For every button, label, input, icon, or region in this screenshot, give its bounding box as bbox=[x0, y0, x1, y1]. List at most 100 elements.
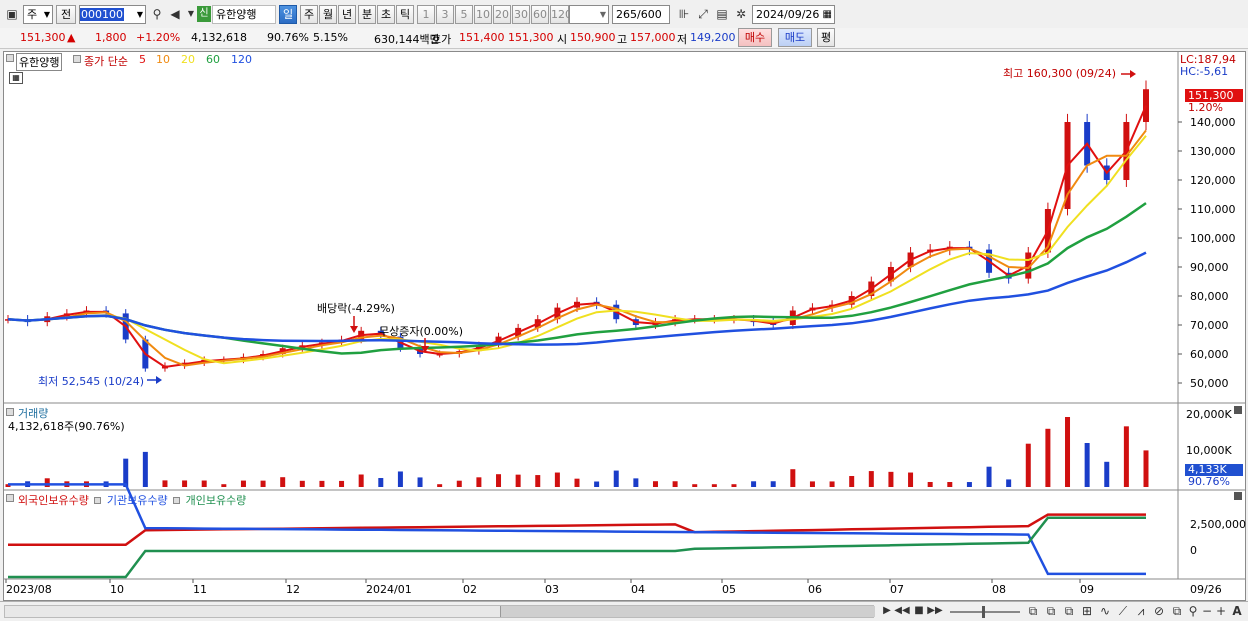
volume-bar bbox=[221, 484, 227, 487]
volume-bar bbox=[299, 480, 305, 487]
overlay-tool-icon[interactable]: ⊘ bbox=[1150, 602, 1168, 621]
volume-bar bbox=[1065, 417, 1071, 487]
ma-legend-item[interactable]: 60 bbox=[206, 53, 220, 66]
period-button[interactable]: 초 bbox=[377, 5, 395, 24]
legend-handle-icon[interactable] bbox=[73, 55, 81, 63]
period-select[interactable]: 주 ▼ bbox=[23, 5, 53, 24]
window-icon[interactable]: ⧉ bbox=[1060, 602, 1078, 621]
stock-name-tag[interactable]: 유한양행 bbox=[16, 53, 63, 71]
legend-separator-icon bbox=[94, 497, 102, 504]
interval-button[interactable]: 30 bbox=[512, 5, 530, 24]
ma-line bbox=[7, 105, 1147, 369]
save-icon[interactable]: ▤ bbox=[713, 5, 731, 24]
interval-button[interactable]: 60 bbox=[531, 5, 549, 24]
period-button[interactable]: 년 bbox=[338, 5, 356, 24]
ma-legend-item[interactable]: 10 bbox=[156, 53, 170, 66]
period-button[interactable]: 틱 bbox=[396, 5, 414, 24]
quote-bar: 151,300 ▲ 1,800 +1.20% 4,132,618 90.76% … bbox=[0, 28, 1248, 49]
volume-tick-10000k: 10,000K bbox=[1186, 444, 1232, 457]
x-axis-label: 2024/01 bbox=[366, 583, 412, 596]
ma-legend-item[interactable]: 20 bbox=[181, 53, 195, 66]
open-price: 150,900 bbox=[570, 31, 616, 44]
holding-tick-0: 0 bbox=[1190, 544, 1197, 557]
volume-bar bbox=[417, 477, 423, 487]
line-tool-icon[interactable]: ∿ bbox=[1096, 602, 1114, 621]
gear-icon[interactable]: ✲ bbox=[732, 5, 750, 24]
volume-bar bbox=[711, 484, 717, 487]
volume-bar bbox=[809, 481, 815, 487]
stock-name-field[interactable]: 유한양행 bbox=[212, 5, 276, 24]
volume-bar bbox=[927, 481, 933, 487]
interval-button[interactable]: 10 bbox=[474, 5, 492, 24]
volume-bar bbox=[574, 478, 580, 487]
tools-icon[interactable]: ⤢ bbox=[694, 5, 712, 24]
panel-handle-icon[interactable] bbox=[6, 408, 14, 416]
volume-bar bbox=[1006, 479, 1012, 487]
panel-close-icon[interactable] bbox=[1234, 406, 1242, 414]
window-icon[interactable]: ⧉ bbox=[1024, 602, 1042, 621]
volume-bar bbox=[554, 472, 560, 487]
zoom-slider-handle[interactable] bbox=[982, 606, 985, 618]
count-field[interactable]: 265/600 bbox=[612, 5, 670, 24]
window-menu-icon[interactable]: ▣ bbox=[3, 5, 21, 24]
trend-tool-icon[interactable]: ⟋ bbox=[1114, 602, 1132, 621]
interval-button[interactable]: 3 bbox=[436, 5, 454, 24]
interval-custom-input[interactable]: ▼ bbox=[569, 5, 609, 24]
window-icon[interactable]: ⧉ bbox=[1042, 602, 1060, 621]
high-price: 157,000 bbox=[630, 31, 676, 44]
chart-scrollbar[interactable] bbox=[4, 605, 875, 618]
low-annotation: 최저 52,545 (10/24) bbox=[38, 375, 145, 388]
price-y-tick: 130,000 bbox=[1190, 145, 1236, 158]
fast-forward-icon[interactable]: ▶▶ bbox=[926, 602, 944, 621]
bottom-scroll-bar: ▶ ◀◀ ■ ▶▶ ⧉ ⧉ ⧉ ⊞ ∿ ⟋ ⩘ ⊘ ⧉ ⚲ − + A bbox=[0, 601, 1248, 621]
axis-labels bbox=[5, 121, 1182, 583]
x-axis-label: 05 bbox=[722, 583, 736, 596]
date-field[interactable]: 2024/09/26 ▦ bbox=[752, 5, 835, 24]
eval-button[interactable]: 평 bbox=[817, 28, 835, 47]
calculator-icon[interactable]: ▦ bbox=[9, 72, 23, 84]
current-price: 151,300 bbox=[20, 31, 66, 44]
holding-tick-2500000: 2,500,000 bbox=[1190, 518, 1246, 531]
calendar-icon: ▦ bbox=[822, 9, 832, 20]
period-button[interactable]: 일 bbox=[279, 5, 297, 24]
interval-button[interactable]: 20 bbox=[493, 5, 511, 24]
volume-tick-20000k: 20,000K bbox=[1186, 408, 1232, 421]
pattern-tool-icon[interactable]: ⩘ bbox=[1132, 602, 1150, 621]
search-icon[interactable]: ⚲ bbox=[148, 5, 166, 24]
chart-area[interactable]: 유한양행 종가 단순 5 10 20 60 120 ▦ LC:187,94 HC:-5,… bbox=[3, 51, 1246, 601]
chart-svg bbox=[4, 52, 1245, 583]
dropdown-arrow-icon: ▼ bbox=[43, 10, 50, 19]
panel-handle-icon[interactable] bbox=[6, 494, 14, 502]
text-tool-icon[interactable]: A bbox=[1228, 602, 1246, 621]
interval-button[interactable]: 5 bbox=[455, 5, 473, 24]
volume-bar bbox=[594, 481, 600, 487]
ma-legend-item[interactable]: 5 bbox=[139, 53, 146, 66]
period-select-value: 주 bbox=[27, 8, 38, 21]
bonus-issue-annotation: 무상증자(0.00%) bbox=[379, 325, 464, 338]
zoom-slider[interactable] bbox=[950, 606, 1020, 618]
volume-bar bbox=[613, 470, 619, 487]
panel-close-icon[interactable] bbox=[1234, 492, 1242, 500]
price-y-tick: 120,000 bbox=[1190, 174, 1236, 187]
volume-bar bbox=[280, 477, 286, 487]
period-button[interactable]: 월 bbox=[319, 5, 337, 24]
prev-button[interactable]: 전 bbox=[56, 5, 76, 24]
buy-button[interactable]: 매수 bbox=[738, 28, 772, 47]
volume-bar bbox=[476, 477, 482, 487]
panel-handle-icon[interactable] bbox=[6, 54, 14, 62]
period-button[interactable]: 분 bbox=[358, 5, 376, 24]
ask-label: 호가 bbox=[431, 33, 452, 46]
period-button[interactable]: 주 bbox=[300, 5, 318, 24]
indicator-icon[interactable]: ⊞ bbox=[1078, 602, 1096, 621]
ma-legend-item[interactable]: 120 bbox=[231, 53, 252, 66]
sell-button[interactable]: 매도 bbox=[778, 28, 812, 47]
volume-bar bbox=[437, 484, 443, 487]
volume-plot bbox=[5, 417, 1149, 487]
rewind-icon[interactable]: ◀◀ bbox=[893, 602, 911, 621]
change-value: 1,800 bbox=[95, 31, 127, 44]
code-input[interactable]: 000100 ▼ bbox=[79, 5, 146, 24]
interval-button[interactable]: 1 bbox=[417, 5, 435, 24]
scrollbar-thumb[interactable] bbox=[500, 606, 875, 617]
candle-type-icon[interactable]: ⊪ bbox=[675, 5, 693, 24]
interval-button[interactable]: 120 bbox=[550, 5, 572, 24]
